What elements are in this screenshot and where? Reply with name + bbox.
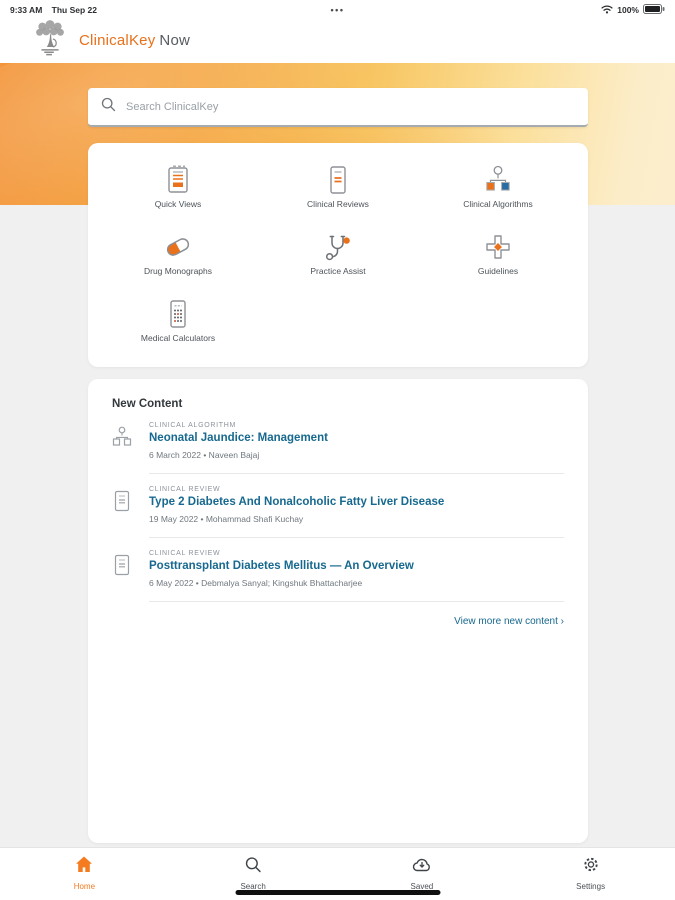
elsevier-tree-logo [30,19,70,62]
saved-cloud-download-icon [411,855,433,879]
tile-label: Clinical Reviews [307,199,369,209]
tab-label: Settings [576,882,606,891]
content-item-text: CLINICAL ALGORITHM Neonatal Jaundice: Ma… [149,422,564,474]
tile-label: Practice Assist [310,266,366,276]
battery-percent: 100% [617,4,639,15]
search-icon [101,97,116,117]
home-indicator[interactable] [235,890,440,895]
content-item[interactable]: CLINICAL REVIEW Posttransplant Diabetes … [112,538,564,602]
review-icon [112,550,134,602]
view-more-link[interactable]: View more new content › [112,616,564,627]
content-meta: 19 May 2022 • Mohammad Shafi Kuchay [149,514,304,524]
status-left: 9:33 AM Thu Sep 22 [10,5,104,15]
tab-settings[interactable]: Settings [506,848,675,900]
brand-name: ClinicalKey [79,31,156,49]
new-content-heading: New Content [112,398,183,410]
content-category: CLINICAL REVIEW [149,486,221,493]
guidelines-icon [484,231,512,262]
tile-label: Quick Views [154,199,202,209]
new-content-card: New Content CLINICAL ALGORITHM Neonatal … [88,379,588,843]
search-bar[interactable] [88,88,588,127]
search-tab-icon [243,855,263,879]
content-title-link[interactable]: Type 2 Diabetes And Nonalcoholic Fatty L… [149,496,564,508]
quick-links-card: Quick Views Clinical Reviews Clinical Al… [88,143,588,367]
battery-icon [643,3,665,16]
review-icon [112,486,134,538]
content-category: CLINICAL ALGORITHM [149,422,237,429]
home-icon [74,855,94,879]
brand-suffix: Now [159,31,191,49]
content-item-text: CLINICAL REVIEW Type 2 Diabetes And Nona… [149,486,564,538]
tile-clinical-reviews[interactable]: Clinical Reviews [258,155,418,222]
content-meta: 6 March 2022 • Naveen Bajaj [149,450,260,460]
quick-views-icon [165,164,191,195]
status-ellipsis: ••• [330,4,345,15]
algorithm-icon [112,422,134,474]
content-category: CLINICAL REVIEW [149,550,221,557]
tile-label: Clinical Algorithms [463,199,533,209]
status-time: 9:33 AM [10,4,43,15]
status-date: Thu Sep 22 [51,4,97,15]
quick-links-grid: Quick Views Clinical Reviews Clinical Al… [98,155,578,356]
tile-quick-views[interactable]: Quick Views [98,155,258,222]
content-item[interactable]: CLINICAL REVIEW Type 2 Diabetes And Nona… [112,474,564,538]
tab-home[interactable]: Home [0,848,169,900]
medical-calculators-icon [165,298,191,329]
tile-label: Drug Monographs [143,266,213,276]
clinical-reviews-icon [325,164,351,195]
tab-label: Home [73,882,96,891]
app-header: ClinicalKey Now [0,17,675,61]
content-item-text: CLINICAL REVIEW Posttransplant Diabetes … [149,550,564,602]
tile-label: Guidelines [477,266,519,276]
tile-guidelines[interactable]: Guidelines [418,222,578,289]
practice-assist-icon [324,231,352,262]
top-chrome: 9:33 AM Thu Sep 22 ••• 100% ClinicalKey … [0,0,675,63]
content-item[interactable]: CLINICAL ALGORITHM Neonatal Jaundice: Ma… [112,410,564,474]
tile-label: Medical Calculators [140,333,216,343]
status-right: 100% [601,3,665,16]
drug-monographs-icon [162,231,194,262]
content-title-link[interactable]: Posttransplant Diabetes Mellitus — An Ov… [149,560,564,572]
search-input[interactable] [126,100,575,113]
settings-gear-icon [581,855,601,879]
content-meta: 6 May 2022 • Debmalya Sanyal; Kingshuk B… [149,578,363,588]
content-title-link[interactable]: Neonatal Jaundice: Management [149,432,564,444]
tile-drug-monographs[interactable]: Drug Monographs [98,222,258,289]
clinical-algorithms-icon [485,164,511,195]
tile-practice-assist[interactable]: Practice Assist [258,222,418,289]
wifi-icon [601,4,613,16]
tile-medical-calculators[interactable]: Medical Calculators [98,289,258,356]
status-bar: 9:33 AM Thu Sep 22 ••• 100% [0,0,675,17]
tile-clinical-algorithms[interactable]: Clinical Algorithms [418,155,578,222]
